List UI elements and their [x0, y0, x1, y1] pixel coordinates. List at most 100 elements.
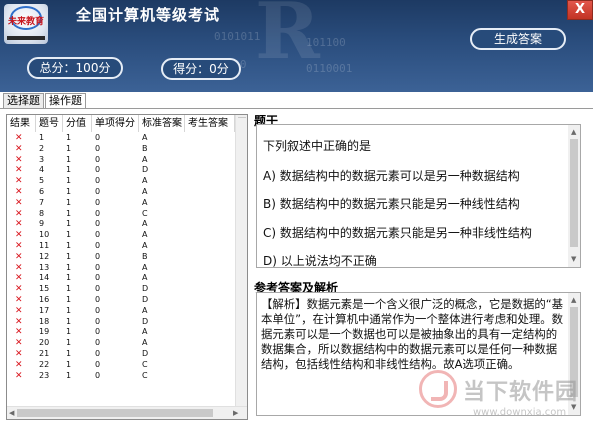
standard-answer: B — [142, 143, 148, 153]
question-number: 9 — [39, 219, 45, 229]
candidate-answer — [185, 306, 235, 317]
col-points[interactable]: 分值 — [63, 115, 92, 132]
standard-answer: A — [142, 230, 148, 240]
question-type-tabs: 选择题 操作题 — [3, 93, 87, 108]
candidate-answer — [185, 133, 235, 144]
standard-answer: A — [142, 154, 148, 164]
col-number[interactable]: 题号 — [36, 115, 63, 132]
table-row[interactable]: ✕ 18 1 0 D — [7, 317, 235, 328]
points: 1 — [66, 338, 72, 348]
wrong-mark-icon: ✕ — [15, 186, 23, 197]
standard-answer: C — [142, 370, 148, 380]
wrong-mark-icon: ✕ — [15, 284, 23, 295]
question-number: 4 — [39, 165, 45, 175]
table-row[interactable]: ✕ 2 1 0 B — [7, 144, 235, 155]
table-horizontal-scrollbar[interactable]: ◀ ▶ — [7, 406, 247, 419]
tab-choice-questions[interactable]: 选择题 — [3, 93, 44, 108]
table-row[interactable]: ✕ 11 1 0 A — [7, 241, 235, 252]
standard-answer: A — [142, 305, 148, 315]
table-vertical-scrollbar[interactable] — [235, 115, 247, 406]
wrong-mark-icon: ✕ — [15, 251, 23, 262]
table-row[interactable]: ✕ 23 1 0 C — [7, 371, 235, 382]
points: 1 — [66, 165, 72, 175]
table-row[interactable]: ✕ 20 1 0 A — [7, 338, 235, 349]
question-number: 14 — [39, 273, 50, 283]
item-score: 0 — [95, 230, 101, 240]
option-d: D) 以上说法均不正确 — [263, 254, 377, 268]
option-c: C) 数据结构中的数据元素只能是另一种非线性结构 — [263, 226, 532, 240]
table-row[interactable]: ✕ 13 1 0 A — [7, 263, 235, 274]
points: 1 — [66, 154, 72, 164]
item-score: 0 — [95, 284, 101, 294]
table-row[interactable]: ✕ 5 1 0 A — [7, 176, 235, 187]
table-row[interactable]: ✕ 21 1 0 D — [7, 349, 235, 360]
option-b: B) 数据结构中的数据元素只能是另一种线性结构 — [263, 197, 520, 211]
candidate-answer — [185, 165, 235, 176]
close-button[interactable]: X — [567, 0, 593, 20]
item-score: 0 — [95, 240, 101, 250]
question-vertical-scrollbar[interactable]: ▲ ▼ — [568, 125, 580, 267]
question-number: 16 — [39, 294, 50, 304]
candidate-answer — [185, 209, 235, 220]
generate-answer-button[interactable]: 生成答案 — [470, 28, 566, 50]
question-number: 6 — [39, 186, 45, 196]
col-result[interactable]: 结果 — [7, 115, 36, 132]
item-score: 0 — [95, 208, 101, 218]
table-row[interactable]: ✕ 15 1 0 D — [7, 284, 235, 295]
item-score: 0 — [95, 327, 101, 337]
question-number: 15 — [39, 284, 50, 294]
question-number: 3 — [39, 154, 45, 164]
item-score: 0 — [95, 262, 101, 272]
wrong-mark-icon: ✕ — [15, 219, 23, 230]
col-standard-answer[interactable]: 标准答案 — [139, 115, 185, 132]
wrong-mark-icon: ✕ — [15, 133, 23, 143]
table-hscroll-thumb[interactable] — [17, 409, 213, 417]
question-number: 13 — [39, 262, 50, 272]
candidate-answer — [185, 349, 235, 360]
table-row[interactable]: ✕ 4 1 0 D — [7, 165, 235, 176]
app-header: 0101011 101100 0110001 0100 R 未来教育 全国计算机… — [0, 0, 593, 92]
question-number: 20 — [39, 338, 50, 348]
points: 1 — [66, 133, 72, 142]
table-row[interactable]: ✕ 9 1 0 A — [7, 219, 235, 230]
question-number: 8 — [39, 208, 45, 218]
wrong-mark-icon: ✕ — [15, 154, 23, 165]
table-row[interactable]: ✕ 6 1 0 A — [7, 187, 235, 198]
points: 1 — [66, 327, 72, 337]
option-a: A) 数据结构中的数据元素可以是另一种数据结构 — [263, 169, 520, 183]
question-stem: 下列叙述中正确的是 — [263, 139, 372, 153]
table-row[interactable]: ✕ 1 1 0 A — [7, 133, 235, 144]
table-row[interactable]: ✕ 7 1 0 A — [7, 198, 235, 209]
question-number: 21 — [39, 348, 50, 358]
col-candidate-answer[interactable]: 考生答案 — [185, 115, 235, 132]
candidate-answer — [185, 360, 235, 371]
wrong-mark-icon: ✕ — [15, 208, 23, 219]
item-score: 0 — [95, 316, 101, 326]
candidate-answer — [185, 198, 235, 209]
item-score: 0 — [95, 176, 101, 186]
table-row[interactable]: ✕ 22 1 0 C — [7, 360, 235, 371]
points: 1 — [66, 186, 72, 196]
candidate-answer — [185, 263, 235, 274]
table-row[interactable]: ✕ 12 1 0 B — [7, 252, 235, 263]
points: 1 — [66, 370, 72, 380]
question-scroll-thumb[interactable] — [570, 139, 578, 247]
candidate-answer — [185, 338, 235, 349]
table-row[interactable]: ✕ 14 1 0 A — [7, 273, 235, 284]
wrong-mark-icon: ✕ — [15, 370, 23, 381]
table-row[interactable]: ✕ 16 1 0 D — [7, 295, 235, 306]
tab-operation-questions[interactable]: 操作题 — [45, 93, 86, 108]
standard-answer: A — [142, 133, 148, 142]
wrong-mark-icon: ✕ — [15, 165, 23, 176]
col-item-score[interactable]: 单项得分 — [92, 115, 139, 132]
points: 1 — [66, 262, 72, 272]
table-row[interactable]: ✕ 17 1 0 A — [7, 306, 235, 317]
standard-answer: B — [142, 251, 148, 261]
watermark-logo-icon — [419, 370, 457, 408]
table-row[interactable]: ✕ 19 1 0 A — [7, 327, 235, 338]
table-row[interactable]: ✕ 10 1 0 A — [7, 230, 235, 241]
table-row[interactable]: ✕ 3 1 0 A — [7, 155, 235, 166]
wrong-mark-icon: ✕ — [15, 143, 23, 154]
wrong-mark-icon: ✕ — [15, 197, 23, 208]
table-row[interactable]: ✕ 8 1 0 C — [7, 209, 235, 220]
